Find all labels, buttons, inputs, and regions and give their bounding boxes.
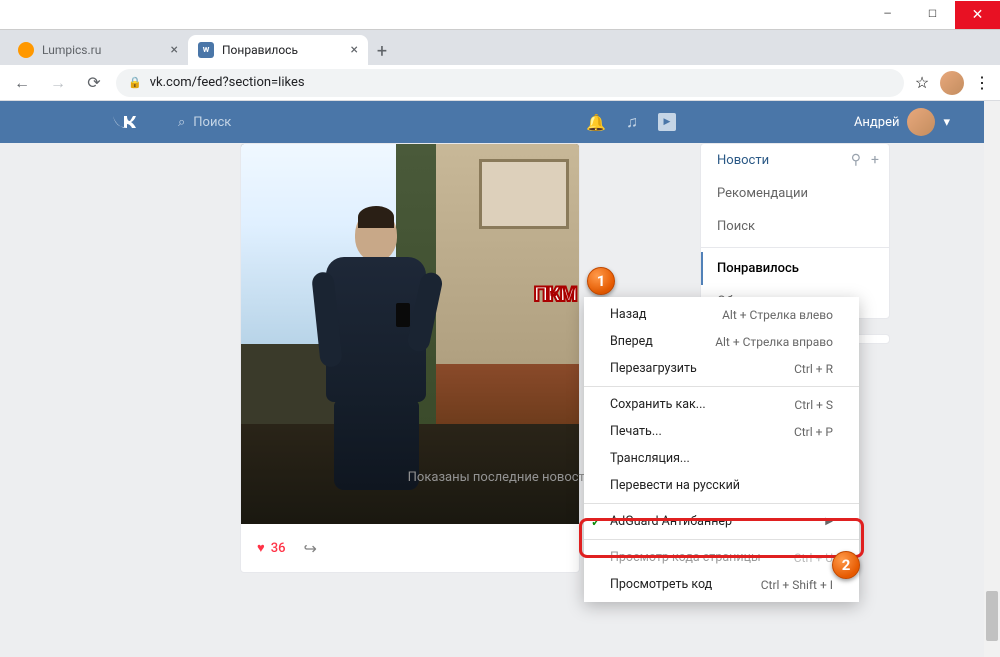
tab-title: Lumpics.ru [42, 43, 101, 57]
url-text: vk.com/feed?section=likes [150, 75, 305, 90]
like-count: 36 [271, 541, 286, 556]
ctx-label: Сохранить как... [610, 397, 706, 412]
nav-back-button[interactable]: ← [8, 69, 36, 97]
window-maximize-button[interactable]: ☐ [910, 1, 955, 29]
browser-toolbar: ← → ⟳ 🔒 vk.com/feed?section=likes ☆ ⋮ [0, 65, 1000, 101]
avatar [907, 108, 935, 136]
ctx-label: Трансляция... [610, 451, 690, 466]
plus-icon[interactable]: + [871, 152, 879, 168]
ctx-item-inspect[interactable]: Просмотреть код Ctrl + Shift + I [584, 571, 859, 598]
vk-logo-icon[interactable] [110, 108, 138, 136]
search-placeholder: Поиск [193, 115, 231, 130]
tab-title: Понравилось [222, 43, 298, 57]
ctx-item-back[interactable]: Назад Alt + Стрелка влево [584, 301, 859, 328]
bookmark-star-button[interactable]: ☆ [912, 73, 932, 93]
vk-header: ⌕ Поиск 🔔 ♫ ▶ Андрей ▾ [0, 101, 1000, 143]
share-button[interactable]: ↪ [304, 539, 317, 558]
callout-label-pkm: ПКМ [534, 282, 577, 306]
nav-forward-button[interactable]: → [44, 69, 72, 97]
browser-tab-strip: Lumpics.ru × w Понравилось × + [0, 30, 1000, 65]
post-actions: ♥ 36 ↪ [241, 524, 579, 572]
lock-icon: 🔒 [128, 76, 142, 89]
vk-header-icons: 🔔 ♫ ▶ [586, 112, 676, 132]
vk-search-box[interactable]: ⌕ Поиск [178, 107, 408, 137]
ctx-label: Перевести на русский [610, 478, 740, 493]
ctx-shortcut: Ctrl + Shift + I [761, 578, 833, 592]
context-menu: Назад Alt + Стрелка влево Вперед Alt + С… [584, 297, 859, 602]
notifications-icon[interactable]: 🔔 [586, 113, 606, 132]
vertical-scrollbar[interactable] [984, 101, 1000, 657]
browser-menu-button[interactable]: ⋮ [972, 73, 992, 93]
sidebar-item-search[interactable]: Поиск [701, 210, 889, 243]
ctx-item-save-as[interactable]: Сохранить как... Ctrl + S [584, 391, 859, 418]
ctx-shortcut: Ctrl + P [794, 425, 833, 439]
music-icon[interactable]: ♫ [626, 112, 638, 132]
window-titlebar: — ☐ ✕ [0, 0, 1000, 30]
sidebar-item-label: Понравилось [717, 261, 799, 276]
ctx-shortcut: Ctrl + R [794, 362, 833, 376]
sidebar-item-label: Новости [717, 153, 769, 168]
ctx-item-cast[interactable]: Трансляция... [584, 445, 859, 472]
ctx-label: Просмотр кода страницы [610, 550, 761, 565]
close-icon[interactable]: × [351, 42, 358, 58]
callout-badge-1: 1 [587, 267, 615, 295]
ctx-shortcut: Ctrl + U [794, 551, 833, 565]
nav-reload-button[interactable]: ⟳ [80, 69, 108, 97]
sidebar-item-label: Рекомендации [717, 186, 808, 201]
user-name: Андрей [854, 115, 900, 130]
divider [701, 247, 889, 248]
check-icon: ✓ [591, 515, 601, 529]
window-close-button[interactable]: ✕ [955, 1, 1000, 29]
profile-avatar-button[interactable] [940, 71, 964, 95]
new-tab-button[interactable]: + [368, 37, 396, 65]
sidebar-item-label: Поиск [717, 219, 755, 234]
callout-badge-2: 2 [832, 551, 860, 579]
divider [584, 386, 859, 387]
divider [584, 539, 859, 540]
ctx-shortcut: Ctrl + S [794, 398, 833, 412]
sidebar-item-news[interactable]: Новости ⚲ + [701, 144, 889, 177]
divider [584, 503, 859, 504]
play-icon[interactable]: ▶ [658, 113, 676, 131]
feed-sidebar: Новости ⚲ + Рекомендации Поиск Понравило… [700, 143, 890, 319]
ctx-item-translate[interactable]: Перевести на русский [584, 472, 859, 499]
ctx-item-print[interactable]: Печать... Ctrl + P [584, 418, 859, 445]
feed-column: ♥ 36 ↪ [240, 143, 580, 573]
ctx-item-reload[interactable]: Перезагрузить Ctrl + R [584, 355, 859, 382]
ctx-label: Перезагрузить [610, 361, 697, 376]
ctx-label: Просмотреть код [610, 577, 712, 592]
like-button[interactable]: ♥ 36 [257, 540, 286, 556]
post-card: ♥ 36 ↪ [240, 143, 580, 573]
chevron-right-icon: ▶ [825, 516, 833, 527]
vk-user-menu[interactable]: Андрей ▾ [854, 108, 950, 136]
ctx-item-forward[interactable]: Вперед Alt + Стрелка вправо [584, 328, 859, 355]
ctx-shortcut: Alt + Стрелка влево [722, 308, 833, 322]
ctx-item-view-source[interactable]: Просмотр кода страницы Ctrl + U [584, 544, 859, 571]
sidebar-item-liked[interactable]: Понравилось [701, 252, 889, 285]
ctx-item-adguard[interactable]: ✓ AdGuard Антибаннер ▶ [584, 508, 859, 535]
chevron-down-icon: ▾ [943, 115, 950, 130]
ctx-label: AdGuard Антибаннер [610, 514, 732, 529]
filter-icon[interactable]: ⚲ [851, 152, 861, 168]
ctx-label: Назад [610, 307, 646, 322]
scrollbar-thumb[interactable] [986, 591, 998, 641]
close-icon[interactable]: × [171, 42, 178, 58]
ctx-label: Вперед [610, 334, 653, 349]
ctx-shortcut: Alt + Стрелка вправо [715, 335, 833, 349]
heart-icon: ♥ [257, 540, 265, 556]
address-bar[interactable]: 🔒 vk.com/feed?section=likes [116, 69, 904, 97]
tab-lumpics[interactable]: Lumpics.ru × [8, 35, 188, 65]
favicon-icon [18, 42, 34, 58]
search-icon: ⌕ [178, 115, 185, 130]
sidebar-item-recommendations[interactable]: Рекомендации [701, 177, 889, 210]
tab-vk-liked[interactable]: w Понравилось × [188, 35, 368, 65]
ctx-label: Печать... [610, 424, 662, 439]
favicon-icon: w [198, 42, 214, 58]
window-minimize-button[interactable]: — [865, 1, 910, 29]
